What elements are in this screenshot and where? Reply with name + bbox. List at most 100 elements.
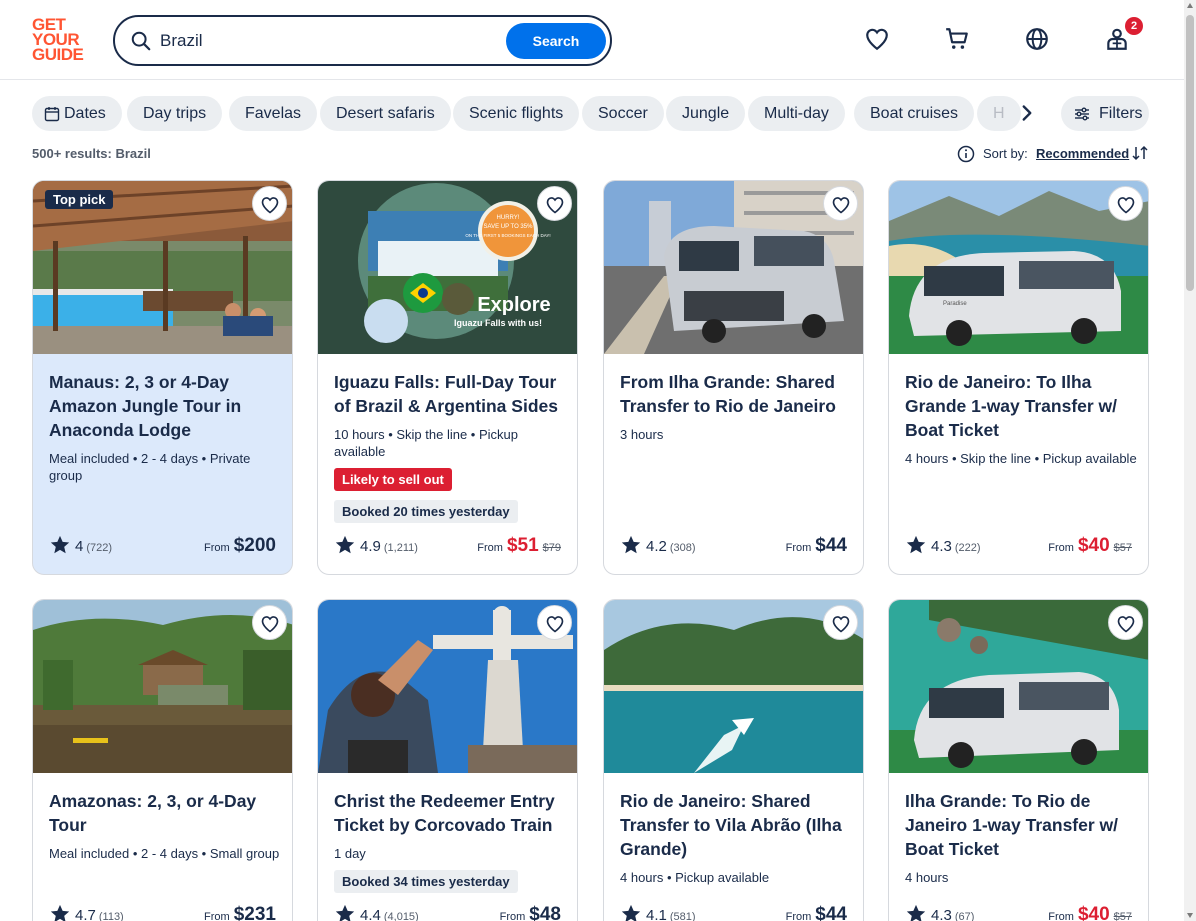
chip-label: Dates — [64, 105, 106, 122]
star-icon — [50, 904, 70, 921]
wishlist-button[interactable] — [1108, 605, 1143, 640]
sort-dropdown[interactable]: Recommended — [1036, 146, 1129, 161]
activity-meta: 4 hours • Skip the line • Pickup availab… — [905, 451, 1137, 466]
wishlist-button[interactable] — [1108, 186, 1143, 221]
activity-title[interactable]: Manaus: 2, 3 or 4-Day Amazon Jungle Tour… — [49, 370, 281, 442]
review-count: (1,211) — [383, 542, 418, 554]
wishlist-button[interactable] — [537, 605, 572, 640]
heart-icon — [832, 616, 850, 633]
price-amount: $40 — [1077, 535, 1110, 556]
booked-count-badge: Booked 34 times yesterday — [334, 870, 518, 893]
price-amount: $51 — [506, 535, 539, 556]
sliders-icon — [1075, 107, 1089, 121]
activity-card[interactable]: Top pick Manaus: 2, 3 or 4-Day Amazon Ju… — [32, 180, 293, 575]
scroll-down-arrow-icon[interactable] — [1187, 913, 1193, 918]
activity-title[interactable]: Amazonas: 2, 3, or 4-Day Tour — [49, 789, 281, 837]
price: From $48 — [500, 903, 561, 921]
rating: 4.2 (308) — [620, 534, 696, 558]
review-count: (67) — [954, 911, 975, 921]
rating-value: 4.3 — [931, 907, 952, 921]
activity-card[interactable]: Rio de Janeiro: Shared Transfer to Vila … — [603, 599, 864, 921]
cart-icon[interactable] — [944, 26, 970, 52]
heart-icon — [832, 197, 850, 214]
filters-button[interactable]: Filters — [1061, 96, 1149, 131]
chip-favelas[interactable]: Favelas — [229, 96, 318, 131]
chip-boat-cruises[interactable]: Boat cruises — [854, 96, 975, 131]
activity-title[interactable]: Christ the Redeemer Entry Ticket by Corc… — [334, 789, 566, 837]
sort-arrows-icon[interactable] — [1131, 144, 1149, 162]
activity-title[interactable]: From Ilha Grande: Shared Transfer to Rio… — [620, 370, 852, 418]
activity-card[interactable]: Paradise Rio de Janeiro: To Ilha Grande … — [888, 180, 1149, 575]
star-icon — [621, 535, 641, 554]
from-label: From — [785, 911, 812, 921]
activity-meta: 4 hours • Pickup available — [620, 870, 770, 885]
van-brand-text: Paradise — [943, 301, 967, 307]
heart-icon — [261, 616, 279, 633]
from-label: From — [1048, 542, 1074, 554]
rating-value: 4.2 — [646, 538, 667, 555]
activity-card[interactable]: From Ilha Grande: Shared Transfer to Rio… — [603, 180, 864, 575]
chip-dates[interactable]: Dates — [32, 96, 122, 131]
price-amount: $48 — [529, 904, 561, 921]
review-count: (113) — [98, 911, 124, 921]
page-scrollbar[interactable] — [1184, 0, 1196, 921]
calendar-icon — [44, 107, 60, 122]
heart-icon — [1117, 616, 1135, 633]
rating-value: 4.4 — [360, 907, 381, 921]
activity-card[interactable]: Ilha Grande: To Rio de Janeiro 1-way Tra… — [888, 599, 1149, 921]
search-input[interactable] — [160, 28, 500, 54]
info-icon[interactable] — [957, 145, 975, 163]
price: From $231 — [204, 903, 276, 921]
activity-title[interactable]: Ilha Grande: To Rio de Janeiro 1-way Tra… — [905, 789, 1137, 861]
original-price: $57 — [1113, 911, 1132, 921]
wishlist-button[interactable] — [823, 605, 858, 640]
activity-meta: 3 hours — [620, 427, 664, 442]
rating: 4.4 (4,015) — [334, 903, 419, 921]
scroll-up-arrow-icon[interactable] — [1187, 3, 1193, 8]
activity-title[interactable]: Iguazu Falls: Full-Day Tour of Brazil & … — [334, 370, 566, 418]
explore-heading: Explore — [477, 294, 550, 316]
review-count: (222) — [954, 542, 981, 554]
activity-card[interactable]: Christ the Redeemer Entry Ticket by Corc… — [317, 599, 578, 921]
wishlist-button[interactable] — [252, 605, 287, 640]
from-label: From — [477, 542, 503, 554]
rating: 4.7 (113) — [49, 903, 124, 921]
chip-day-trips[interactable]: Day trips — [127, 96, 223, 131]
logo-line-3: GUIDE — [32, 45, 84, 64]
chip-scenic-flights[interactable]: Scenic flights — [453, 96, 580, 131]
activity-title[interactable]: Rio de Janeiro: Shared Transfer to Vila … — [620, 789, 852, 861]
promo-text-1: HURRY! — [497, 215, 520, 221]
chevron-right-icon[interactable] — [1014, 100, 1040, 126]
globe-icon[interactable] — [1024, 26, 1050, 52]
chip-soccer[interactable]: Soccer — [582, 96, 664, 131]
original-price: $79 — [542, 542, 561, 554]
review-count: (308) — [669, 542, 696, 554]
review-count: (4,015) — [383, 911, 419, 921]
getyourguide-logo[interactable]: GET YOUR GUIDE — [32, 16, 90, 64]
explore-sub: Iguazu Falls with us! — [454, 318, 542, 328]
search-button[interactable]: Search — [506, 23, 606, 59]
star-icon — [50, 535, 70, 554]
price-amount: $200 — [233, 535, 276, 556]
wishlist-button[interactable] — [823, 186, 858, 221]
chip-jungle[interactable]: Jungle — [666, 96, 746, 131]
header: GET YOUR GUIDE Search 2 — [0, 0, 1184, 80]
rating-value: 4.1 — [646, 907, 667, 921]
scrollbar-thumb[interactable] — [1186, 15, 1194, 291]
wishlist-button[interactable] — [537, 186, 572, 221]
wishlist-button[interactable] — [252, 186, 287, 221]
price: From $40 $57 — [1048, 534, 1132, 558]
search-bar: Search — [113, 15, 612, 66]
price: From $44 — [786, 903, 847, 921]
chip-desert-safaris[interactable]: Desert safaris — [320, 96, 451, 131]
sort-label: Sort by: — [983, 146, 1028, 161]
chip-multi-day[interactable]: Multi-day — [748, 96, 845, 131]
heart-icon — [1117, 197, 1135, 214]
wishlist-heart-icon[interactable] — [864, 26, 890, 52]
activity-meta: 4 hours — [905, 870, 949, 885]
from-label: From — [785, 542, 812, 554]
activity-card[interactable]: HURRY! SAVE UP TO 35% ON THE FIRST 5 BOO… — [317, 180, 578, 575]
activity-title[interactable]: Rio de Janeiro: To Ilha Grande 1-way Tra… — [905, 370, 1137, 442]
activity-card[interactable]: Amazonas: 2, 3, or 4-Day Tour Meal inclu… — [32, 599, 293, 921]
star-icon — [906, 535, 926, 554]
